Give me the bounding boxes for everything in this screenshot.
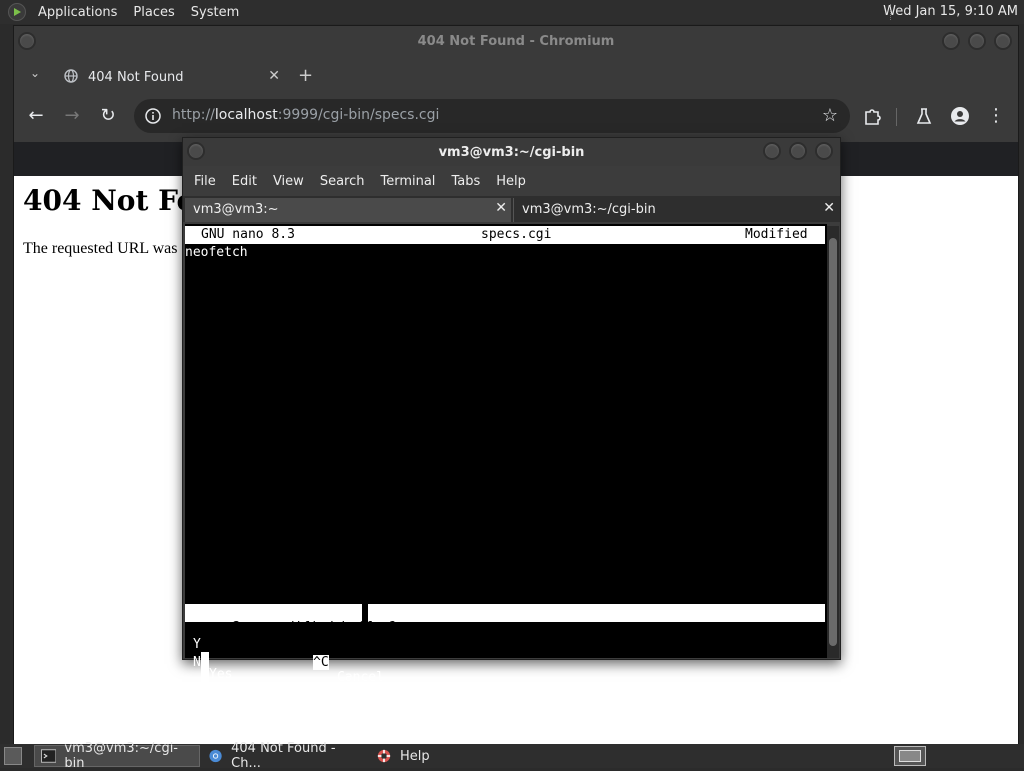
chromium-icon [209,749,222,763]
nano-option-no[interactable]: N No [185,640,232,700]
chromium-titlebar[interactable]: 404 Not Found - Chromium [14,26,1018,58]
terminal-tab-home[interactable]: vm3@vm3:~ ✕ [185,198,511,222]
minimize-button[interactable] [942,32,960,50]
nano-filename: specs.cgi [481,227,552,242]
bottom-taskbar: vm3@vm3:~/cgi-bin 404 Not Found - Ch... … [0,741,1024,771]
terminal-window-title: vm3@vm3:~/cgi-bin [438,145,585,160]
menu-file[interactable]: File [187,174,223,189]
toolbar-separator [896,108,897,126]
nano-option-cancel[interactable]: ^C Cancel [313,640,384,685]
nano-content-line: neofetch [185,245,248,260]
tab-close-icon[interactable]: ✕ [268,68,280,84]
terminal-tab-close-icon[interactable]: ✕ [495,200,507,216]
kebab-menu-icon[interactable]: ⋮ [986,106,1006,126]
extensions-puzzle-icon[interactable] [862,106,882,126]
bookmark-star-icon[interactable]: ☆ [822,105,838,126]
back-arrow-icon[interactable]: ← [26,106,46,126]
nano-version: GNU nano 8.3 [201,227,295,242]
terminal-maximize-button[interactable] [789,142,807,160]
browser-toolbar: ← → ↻ http://localhost:9999/cgi-bin/spec… [14,92,1018,142]
scrollbar-thumb[interactable] [829,238,837,646]
terminal-tab-label: vm3@vm3:~ [193,202,279,217]
tab-strip: ⌄ 404 Not Found ✕ + [14,58,1018,92]
terminal-menubar: File Edit View Search Terminal Tabs Help [183,166,840,196]
clock[interactable]: Wed Jan 15, 9:10 AM [883,4,1018,19]
terminal-tabs: vm3@vm3:~ ✕ vm3@vm3:~/cgi-bin ✕ [183,196,840,222]
nano-label-cancel: Cancel [337,670,384,685]
globe-icon [64,69,78,83]
menu-system[interactable]: System [183,5,247,20]
show-desktop-icon[interactable] [4,747,22,765]
nano-status: Modified [745,227,808,242]
page-text: The requested URL was [23,240,178,257]
task-help[interactable]: Help [370,745,490,767]
address-bar[interactable]: http://localhost:9999/cgi-bin/specs.cgi … [134,99,850,133]
task-chromium-label: 404 Not Found - Ch... [231,741,336,771]
terminal-tab-label: vm3@vm3:~/cgi-bin [522,202,656,217]
help-lifebuoy-icon [377,749,391,763]
terminal-minimize-button[interactable] [763,142,781,160]
tab-title: 404 Not Found [88,70,184,85]
nano-prompt-text: Save modified buffer? [231,620,397,635]
terminal-titlebar[interactable]: vm3@vm3:~/cgi-bin [183,138,840,166]
terminal-screen[interactable]: GNU nano 8.3 specs.cgi Modified neofetch… [185,224,827,700]
maximize-button[interactable] [968,32,986,50]
nano-option-yes[interactable]: Y Yes [185,622,232,682]
nano-key-n: N [193,655,201,670]
nano-label-no: No [209,685,225,700]
menu-help[interactable]: Help [489,174,533,189]
tab-search-chevron-icon[interactable]: ⌄ [26,66,44,84]
nano-save-prompt[interactable]: Save modified buffer? [185,604,825,635]
panel-menu: Applications Places System [30,0,247,24]
workspace-1[interactable] [899,750,921,762]
chromium-window-title: 404 Not Found - Chromium [417,34,615,49]
terminal-window: vm3@vm3:~/cgi-bin File Edit View Search … [182,137,841,700]
menu-places[interactable]: Places [125,5,182,20]
task-help-label: Help [400,748,430,764]
menu-view[interactable]: View [266,174,311,189]
site-info-icon[interactable] [144,107,162,125]
labs-flask-icon[interactable] [914,106,934,126]
menu-tabs[interactable]: Tabs [444,174,487,189]
applications-logo-icon[interactable] [8,3,26,21]
new-tab-plus-icon[interactable]: + [298,65,313,86]
workspace-switcher[interactable] [894,746,926,766]
forward-arrow-icon[interactable]: → [62,106,82,126]
reload-icon[interactable]: ↻ [98,106,118,126]
terminal-tab-cgi-bin[interactable]: vm3@vm3:~/cgi-bin ✕ [513,198,839,222]
task-terminal-label: vm3@vm3:~/cgi-bin [64,741,179,771]
top-panel: Applications Places System Wed Jan 15, 9… [0,0,1024,24]
terminal-scrollbar[interactable] [827,226,839,658]
nano-key-highlight [201,670,209,688]
menu-applications[interactable]: Applications [30,5,125,20]
profile-avatar-icon[interactable] [950,106,970,126]
menu-search[interactable]: Search [313,174,372,189]
nano-key-ctrl-c: ^C [313,655,329,670]
menu-terminal[interactable]: Terminal [373,174,442,189]
task-chromium[interactable]: 404 Not Found - Ch... [202,741,368,771]
terminal-icon [41,749,57,763]
url-text: http://localhost:9999/cgi-bin/specs.cgi [172,107,440,123]
task-terminal[interactable]: vm3@vm3:~/cgi-bin [34,741,200,771]
menu-edit[interactable]: Edit [225,174,264,189]
nano-prompt-gap [362,604,368,622]
close-button[interactable] [994,32,1012,50]
terminal-tab-close-icon[interactable]: ✕ [823,200,835,216]
tab-404-not-found[interactable]: 404 Not Found ✕ [54,60,286,92]
terminal-close-button[interactable] [815,142,833,160]
nano-header: GNU nano 8.3 specs.cgi Modified [185,226,825,244]
